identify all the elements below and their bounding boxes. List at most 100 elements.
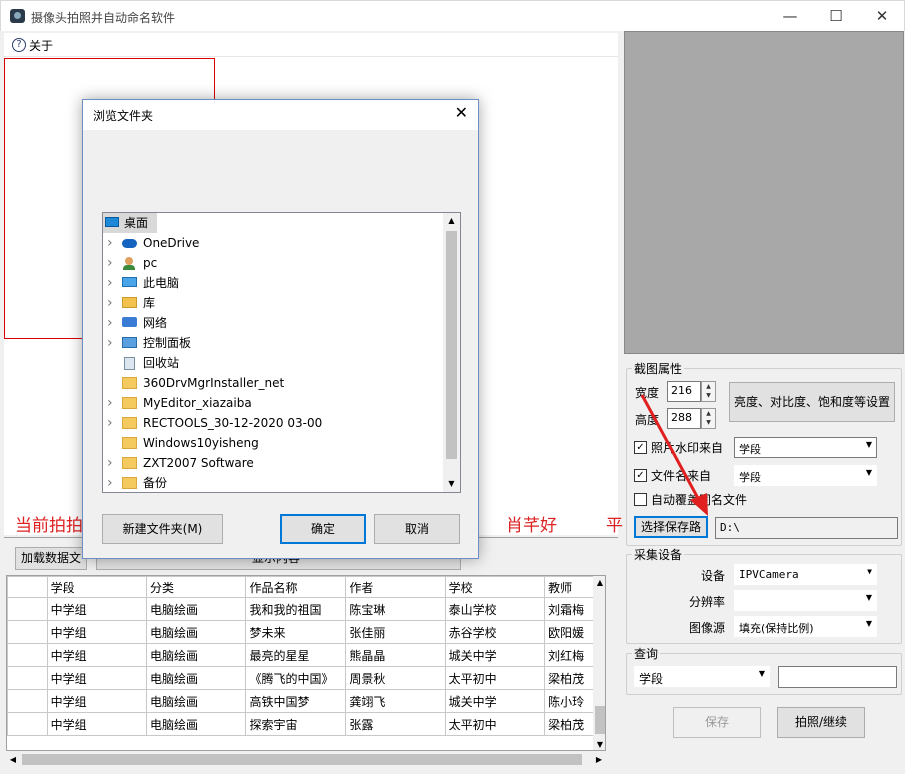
data-grid[interactable]: 学段 分类 作品名称 作者 学校 教师 中学组 电脑绘画 我和我的祖国 陈宝琳 泰山学校… [6,575,606,751]
tree-item[interactable]: › pc [103,253,443,273]
close-button[interactable]: ✕ [859,1,905,32]
table-cell[interactable]: 电脑绘画 [145,620,247,644]
row-header[interactable] [7,689,48,713]
row-header[interactable] [7,597,48,621]
tree-item[interactable]: › MyEditor_xiazaiba [103,393,443,413]
column-header[interactable]: 分类 [145,576,247,598]
chevron-right-icon[interactable]: › [107,473,113,492]
column-header[interactable]: 作者 [345,576,446,598]
table-row[interactable]: 中学组 电脑绘画 梦未来 张佳丽 赤谷学校 欧阳媛 [7,620,605,644]
new-folder-button[interactable]: 新建文件夹(M) [102,514,223,544]
table-row[interactable]: 中学组 电脑绘画 高铁中国梦 龚翊飞 城关中学 陈小玲 [7,689,605,713]
tree-item[interactable]: › 库 [103,293,443,313]
table-cell[interactable]: 电脑绘画 [145,666,247,690]
folder-tree[interactable]: 桌面 › OneDrive › pc › 此电脑 › 库 › 网络 › 控制面板 回收站 360DrvMgr… [102,212,461,493]
scroll-down-arrow[interactable]: ▼ [443,476,460,492]
table-cell[interactable]: 太平初中 [444,712,546,736]
tree-item[interactable]: › 网络 [103,313,443,333]
table-cell[interactable]: 中学组 [46,712,147,736]
capture-button[interactable]: 拍照/继续 [777,707,865,738]
chevron-right-icon[interactable]: › [107,333,113,353]
save-button[interactable]: 保存 [673,707,761,738]
column-header[interactable]: 作品名称 [245,576,347,598]
save-path-field[interactable]: D:\ [715,517,898,539]
tree-item[interactable]: 桌面 [103,213,157,233]
table-cell[interactable]: 电脑绘画 [145,597,247,621]
ok-button[interactable]: 确定 [280,514,366,544]
tree-item[interactable]: › ZXT2007 Software [103,453,443,473]
tree-item[interactable]: › OneDrive [103,233,443,253]
table-cell[interactable]: 《腾飞的中国》 [245,666,347,690]
table-row[interactable]: 中学组 电脑绘画 探索宇宙 张露 太平初中 梁柏茂 [7,712,605,736]
table-cell[interactable]: 电脑绘画 [145,689,247,713]
row-header[interactable] [7,620,48,644]
tree-item[interactable]: › 备份 [103,473,443,492]
table-cell[interactable]: 中学组 [46,620,147,644]
cancel-button[interactable]: 取消 [374,514,460,544]
column-header[interactable]: 学段 [46,576,147,598]
filename-source-select[interactable]: 学段 ▼ [734,465,877,486]
device-select[interactable]: IPVCamera ▼ [734,564,877,585]
scroll-up-arrow[interactable]: ▲ [443,213,460,229]
table-cell[interactable]: 电脑绘画 [145,643,247,667]
tree-item[interactable]: 回收站 [103,353,443,373]
image-source-select[interactable]: 填充(保持比例) ▼ [734,616,877,637]
scroll-down-arrow[interactable]: ▼ [593,738,605,750]
chevron-right-icon[interactable]: › [107,233,113,253]
query-input[interactable] [778,666,897,688]
load-data-button[interactable]: 加载数据文 [15,547,87,570]
tree-scrollbar[interactable]: ▲ ▼ [443,213,460,492]
table-cell[interactable]: 电脑绘画 [145,712,247,736]
grid-vscrollbar[interactable]: ▲ ▼ [593,576,605,750]
table-cell[interactable]: 张露 [345,712,446,736]
query-field-select[interactable]: 学段 ▼ [634,666,770,687]
table-cell[interactable]: 张佳丽 [345,620,446,644]
row-header[interactable] [7,643,48,667]
image-adjust-button[interactable]: 亮度、对比度、饱和度等设置 [729,382,895,422]
table-cell[interactable]: 探索宇宙 [245,712,347,736]
table-cell[interactable]: 龚翊飞 [345,689,446,713]
chevron-right-icon[interactable]: › [107,313,113,333]
table-cell[interactable]: 太平初中 [444,666,546,690]
scroll-thumb[interactable] [446,231,457,459]
tree-item[interactable]: › 控制面板 [103,333,443,353]
tree-item[interactable]: Windows10yisheng [103,433,443,453]
chevron-right-icon[interactable]: › [107,273,113,293]
table-row[interactable]: 中学组 电脑绘画 最亮的星星 熊晶晶 城关中学 刘红梅 [7,643,605,667]
chevron-right-icon[interactable]: › [107,393,113,413]
table-cell[interactable]: 赤谷学校 [444,620,546,644]
table-cell[interactable]: 我和我的祖国 [245,597,347,621]
table-cell[interactable]: 中学组 [46,666,147,690]
scroll-left-arrow[interactable]: ◀ [6,751,20,768]
grid-hscrollbar[interactable]: ◀ ▶ [6,751,606,768]
chevron-right-icon[interactable]: › [107,293,113,313]
table-cell[interactable]: 城关中学 [444,689,546,713]
table-cell[interactable]: 陈宝琳 [345,597,446,621]
maximize-button[interactable]: ☐ [813,1,859,32]
scroll-right-arrow[interactable]: ▶ [592,751,606,768]
table-cell[interactable]: 泰山学校 [444,597,546,621]
table-cell[interactable]: 中学组 [46,597,147,621]
watermark-source-select[interactable]: 学段 ▼ [734,437,877,458]
minimize-button[interactable]: — [767,1,813,32]
chevron-right-icon[interactable]: › [107,453,113,473]
table-cell[interactable]: 周景秋 [345,666,446,690]
chevron-right-icon[interactable]: › [107,413,113,433]
table-cell[interactable]: 梦未来 [245,620,347,644]
table-cell[interactable]: 高铁中国梦 [245,689,347,713]
scroll-thumb[interactable] [595,706,605,734]
table-cell[interactable]: 最亮的星星 [245,643,347,667]
table-cell[interactable]: 中学组 [46,643,147,667]
close-icon[interactable]: ✕ [455,103,468,122]
row-header[interactable] [7,666,48,690]
hscroll-thumb[interactable] [22,754,582,765]
tree-item[interactable]: 360DrvMgrInstaller_net [103,373,443,393]
chevron-right-icon[interactable]: › [107,253,113,273]
row-header[interactable] [7,712,48,736]
table-cell[interactable]: 城关中学 [444,643,546,667]
table-cell[interactable]: 中学组 [46,689,147,713]
resolution-select[interactable]: ▼ [734,590,877,611]
menu-about[interactable]: ? 关于 [12,37,53,53]
column-header[interactable]: 学校 [444,576,546,598]
scroll-up-arrow[interactable]: ▲ [593,576,605,590]
